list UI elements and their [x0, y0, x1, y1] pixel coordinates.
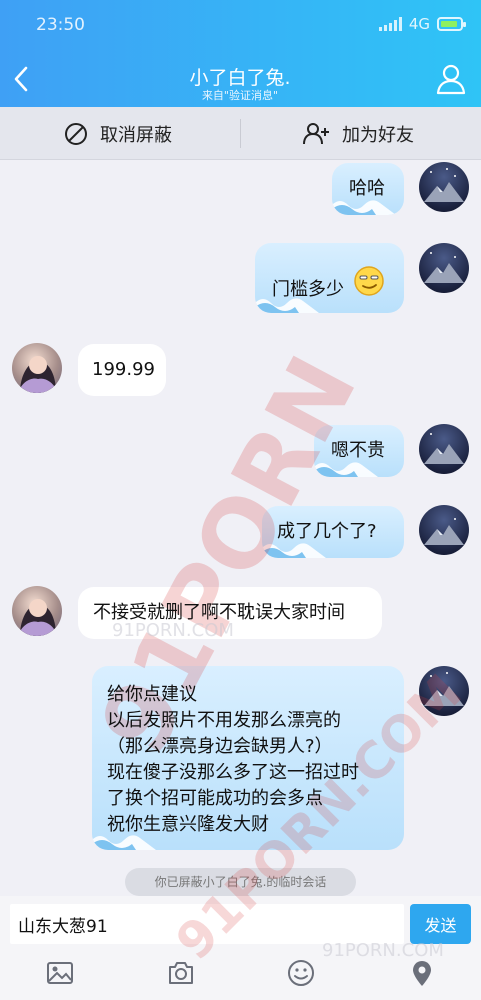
header-bar: 23:50 4G 小了白了兔. 来自"验证消息"	[0, 0, 481, 107]
add-person-icon	[303, 122, 329, 144]
add-friend-label: 加为好友	[342, 124, 414, 146]
chat-subtitle: 来自"验证消息"	[201, 89, 279, 102]
emoji-icon[interactable]	[286, 958, 316, 988]
my-avatar[interactable]	[419, 505, 469, 555]
message-text: 不接受就删了啊不耽误大家时间	[93, 602, 345, 623]
message-bubble[interactable]: 不接受就删了啊不耽误大家时间	[78, 587, 382, 639]
message-text: 199.99	[92, 359, 155, 380]
message-bubble[interactable]: 哈哈	[332, 163, 404, 215]
unblock-button[interactable]: 取消屏蔽	[64, 107, 172, 160]
message-bubble[interactable]: 给你点建议 以后发照片不用发那么漂亮的 （那么漂亮身边会缺男人?） 现在傻子没那…	[92, 666, 404, 850]
signal-icon	[378, 17, 402, 31]
block-icon	[65, 122, 87, 145]
message-line: （那么漂亮身边会缺男人?）	[107, 736, 333, 757]
message-text: 哈哈	[349, 178, 385, 199]
action-bar: 取消屏蔽 加为好友	[0, 107, 481, 160]
my-avatar[interactable]	[419, 424, 469, 474]
smirk-emoji-icon	[354, 266, 384, 296]
my-avatar[interactable]	[419, 666, 469, 716]
location-icon[interactable]	[407, 958, 437, 988]
message-text: 门槛多少	[272, 279, 344, 300]
message-text: 嗯不贵	[331, 440, 385, 461]
status-icons: 4G	[378, 15, 466, 33]
chat-title: 小了白了兔.	[189, 67, 291, 89]
status-time: 23:50	[36, 15, 85, 35]
my-avatar[interactable]	[419, 162, 469, 212]
message-line: 现在傻子没那么多了这一招过时	[107, 762, 359, 783]
camera-icon[interactable]	[166, 958, 196, 988]
add-friend-button[interactable]: 加为好友	[302, 107, 414, 160]
send-button[interactable]: 发送	[410, 904, 471, 944]
message-bubble[interactable]: 199.99	[78, 344, 166, 396]
profile-icon[interactable]	[435, 62, 467, 96]
status-bar: 23:50 4G	[0, 0, 481, 46]
message-text: 成了几个了?	[277, 521, 377, 542]
contact-avatar[interactable]	[12, 586, 62, 636]
battery-icon	[437, 17, 466, 31]
my-avatar[interactable]	[419, 243, 469, 293]
message-line: 以后发照片不用发那么漂亮的	[107, 710, 341, 731]
message-bubble[interactable]: 门槛多少	[255, 243, 404, 313]
message-input[interactable]	[10, 904, 404, 944]
message-line: 给你点建议	[107, 684, 197, 705]
image-icon[interactable]	[45, 958, 75, 988]
system-notice: 你已屏蔽小了白了兔.的临时会话	[125, 868, 356, 896]
action-divider	[240, 119, 241, 148]
message-line: 了换个招可能成功的会多点	[107, 788, 323, 809]
message-line: 祝你生意兴隆发大财	[107, 814, 269, 835]
message-bubble[interactable]: 成了几个了?	[262, 506, 404, 558]
unblock-label: 取消屏蔽	[100, 124, 172, 146]
message-bubble[interactable]: 嗯不贵	[314, 425, 404, 477]
network-type: 4G	[408, 15, 430, 33]
contact-avatar[interactable]	[12, 343, 62, 393]
back-arrow-icon[interactable]	[8, 62, 36, 96]
composer: 发送	[0, 896, 481, 1000]
